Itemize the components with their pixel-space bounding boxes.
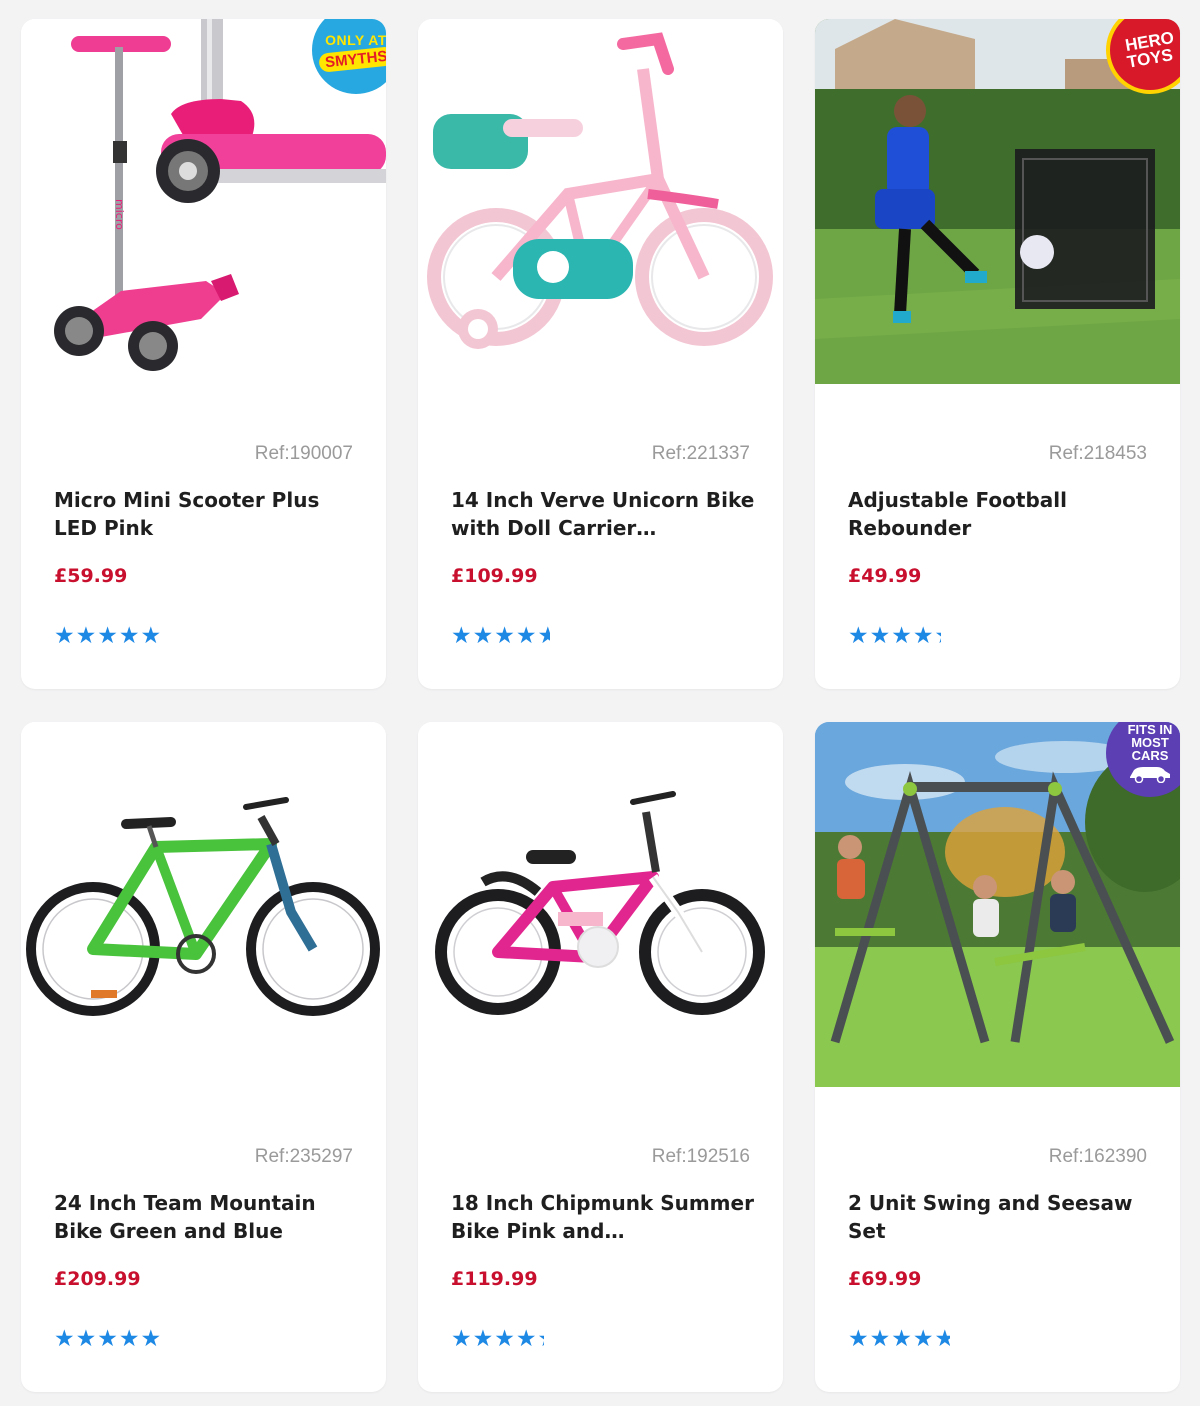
- product-ref: Ref:235297: [254, 1146, 353, 1167]
- star-rating: ★★★★★ ★★★★★: [451, 623, 581, 649]
- product-ref: Ref:218453: [1048, 443, 1147, 464]
- product-price: £119.99: [451, 1268, 538, 1290]
- star-rating: ★★★★★ ★★★★★: [848, 623, 978, 649]
- star-icons-filled: ★★★★★: [848, 623, 941, 649]
- product-price: £69.99: [848, 1268, 922, 1290]
- star-rating: ★★★★★ ★★★★★: [54, 1326, 184, 1352]
- product-card[interactable]: Ref:221337 14 Inch Verve Unicorn Bike wi…: [418, 19, 783, 689]
- car-icon: [1130, 767, 1170, 783]
- product-image-chipmunk-bike[interactable]: [418, 722, 783, 1087]
- star-icons-filled: ★★★★★: [54, 1326, 163, 1352]
- product-title[interactable]: 14 Inch Verve Unicorn Bike with Doll Car…: [451, 486, 756, 542]
- product-card[interactable]: micro ONLY AT SMYTHS Ref:190007 Micro Mi…: [21, 19, 386, 689]
- badge-text: CARS: [1131, 748, 1169, 763]
- star-rating: ★★★★★ ★★★★★: [54, 623, 184, 649]
- product-title[interactable]: 18 Inch Chipmunk Summer Bike Pink and…: [451, 1189, 756, 1245]
- star-icons-filled: ★★★★★: [451, 1326, 544, 1352]
- badge-logo-text: SMYTHS: [317, 45, 386, 73]
- product-ref: Ref:190007: [254, 443, 353, 464]
- product-card[interactable]: FITS IN MOST CARS Ref:162390 2 Unit Swin…: [815, 722, 1180, 1392]
- product-ref: Ref:192516: [651, 1146, 750, 1167]
- product-image-mountain-bike[interactable]: [21, 722, 386, 1087]
- svg-text:micro: micro: [113, 199, 126, 230]
- product-ref: Ref:221337: [651, 443, 750, 464]
- product-price: £109.99: [451, 565, 538, 587]
- product-title[interactable]: 2 Unit Swing and Seesaw Set: [848, 1189, 1153, 1245]
- product-card[interactable]: HERO TOYS Ref:218453 Adjustable Football…: [815, 19, 1180, 689]
- star-icons-filled: ★★★★★: [451, 623, 551, 649]
- product-ref: Ref:162390: [1048, 1146, 1147, 1167]
- product-card[interactable]: Ref:235297 24 Inch Team Mountain Bike Gr…: [21, 722, 386, 1392]
- star-icons-filled: ★★★★★: [848, 1326, 950, 1352]
- star-rating: ★★★★★ ★★★★★: [451, 1326, 581, 1352]
- star-rating: ★★★★★ ★★★★★: [848, 1326, 978, 1352]
- product-price: £209.99: [54, 1268, 141, 1290]
- product-card[interactable]: Ref:192516 18 Inch Chipmunk Summer Bike …: [418, 722, 783, 1392]
- product-title[interactable]: Adjustable Football Rebounder: [848, 486, 1153, 542]
- product-image-unicorn-bike[interactable]: [418, 19, 783, 384]
- product-price: £49.99: [848, 565, 922, 587]
- product-title[interactable]: 24 Inch Team Mountain Bike Green and Blu…: [54, 1189, 359, 1245]
- product-grid: micro ONLY AT SMYTHS Ref:190007 Micro Mi…: [21, 19, 1180, 1392]
- star-icons-filled: ★★★★★: [54, 623, 163, 649]
- product-price: £59.99: [54, 565, 128, 587]
- product-title[interactable]: Micro Mini Scooter Plus LED Pink: [54, 486, 359, 542]
- badge-text: ONLY AT: [325, 31, 386, 48]
